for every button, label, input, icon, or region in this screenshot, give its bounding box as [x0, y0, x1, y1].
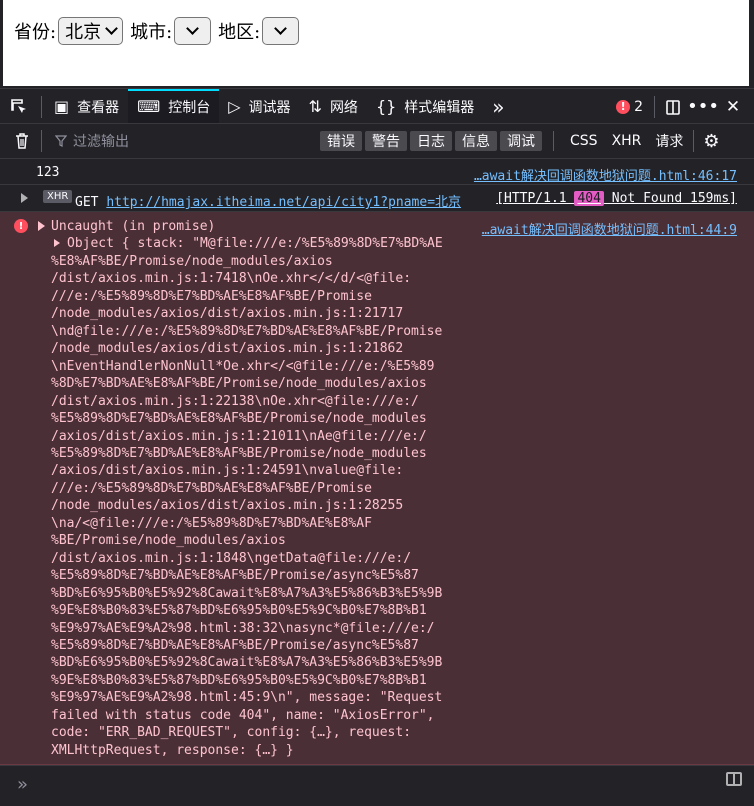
expand-triangle-icon[interactable] [21, 193, 28, 203]
style-editor-icon: {} [375, 97, 397, 116]
error-icon: ! [14, 219, 28, 233]
city-label: 城市: [130, 22, 173, 43]
filter-debug-button[interactable]: 调试 [500, 131, 542, 151]
more-tabs-button[interactable]: » [483, 89, 513, 124]
tab-network-label: 网络 [329, 99, 358, 116]
expand-object-triangle-icon[interactable] [54, 239, 60, 247]
toolbar-separator [41, 95, 42, 118]
toolbar-separator [654, 95, 655, 118]
clear-console-button[interactable] [6, 132, 38, 150]
close-devtools-button[interactable]: ✕ [718, 97, 748, 117]
filter-warnings-button[interactable]: 警告 [365, 131, 407, 151]
filter-info-button[interactable]: 信息 [455, 131, 497, 151]
close-icon: ✕ [725, 96, 741, 117]
tab-network[interactable]: ⇅ 网络 [300, 89, 367, 124]
console-input[interactable]: » [0, 765, 754, 806]
filter-icon [55, 135, 67, 147]
network-icon: ⇅ [308, 97, 322, 116]
error-icon: ! [616, 99, 631, 114]
trash-icon [16, 133, 28, 149]
request-method: GET [75, 195, 99, 210]
double-chevron-right-icon: » [492, 94, 505, 119]
element-picker-button[interactable] [0, 89, 38, 124]
chevron-down-icon [274, 22, 288, 35]
filter-errors-button[interactable]: 错误 [320, 131, 362, 151]
filter-separator [41, 130, 42, 152]
status-prefix: [HTTP/1.1 [496, 191, 575, 206]
filter-css-button[interactable]: CSS [563, 133, 605, 149]
xhr-tag: XHR [43, 190, 73, 203]
gear-icon: ⚙ [703, 130, 720, 152]
devtools-window: 省份: 北京 城市: 地区: ▣ 查看器 ⌨ 控制台 ▷ 调试器 ⇅ 网络 {}… [0, 0, 754, 806]
error-title: Uncaught (in promise) [51, 219, 216, 234]
error-message-row: ! Uncaught (in promise) …await解决回调函数地狱问题… [0, 212, 754, 765]
element-picker-icon [11, 98, 26, 113]
error-count: 2 [634, 98, 643, 115]
inspector-icon: ▣ [54, 97, 70, 116]
debugger-icon: ▷ [228, 97, 241, 116]
filter-separator [693, 130, 695, 152]
district-select[interactable] [262, 17, 300, 45]
error-object[interactable]: Object { stack: "M@file:///e:/%E5%89%8D%… [67, 236, 443, 251]
filter-xhr-button[interactable]: XHR [605, 133, 649, 149]
request-status[interactable]: [HTTP/1.1 404 Not Found 159ms] [496, 191, 737, 206]
filter-separator [553, 131, 554, 151]
expand-triangle-icon[interactable] [38, 221, 45, 231]
request-url-link[interactable]: http://hmajax.itheima.net/api/city1?pnam… [106, 195, 461, 210]
error-count-button[interactable]: ! 2 [608, 99, 651, 115]
province-value: 北京 [65, 22, 102, 43]
console-filter-bar: 过滤输出 错误 警告 日志 信息 调试 CSS XHR 请求 ⚙ [0, 123, 754, 159]
filter-requests-button[interactable]: 请求 [648, 131, 690, 151]
district-label: 地区: [218, 22, 261, 43]
console-icon: ⌨ [137, 97, 161, 116]
ellipsis-icon: ••• [687, 96, 719, 117]
tab-inspector[interactable]: ▣ 查看器 [45, 89, 128, 124]
more-options-button[interactable]: ••• [687, 96, 719, 117]
filter-logs-button[interactable]: 日志 [410, 131, 452, 151]
chevron-down-icon [105, 22, 118, 35]
tab-inspector-label: 查看器 [77, 99, 120, 116]
chevron-down-icon [186, 22, 200, 35]
devtools-toolbar: ▣ 查看器 ⌨ 控制台 ▷ 调试器 ⇅ 网络 {} 样式编辑器 » ! 2 ••… [0, 88, 754, 124]
dock-side-icon [666, 99, 680, 115]
status-code-badge: 404 [574, 191, 604, 206]
tab-style-editor[interactable]: {} 样式编辑器 [367, 89, 483, 124]
tab-debugger[interactable]: ▷ 调试器 [219, 89, 299, 124]
network-message-row[interactable]: XHR GET http://hmajax.itheima.net/api/ci… [0, 185, 754, 212]
log-source-link[interactable]: …await解决回调函数地狱问题.html:46:17 [474, 165, 737, 184]
city-select[interactable] [174, 17, 212, 45]
province-label: 省份: [14, 22, 57, 43]
dock-side-button[interactable] [658, 98, 688, 116]
province-select[interactable]: 北京 [58, 17, 124, 45]
tab-console[interactable]: ⌨ 控制台 [128, 89, 220, 124]
filter-placeholder: 过滤输出 [73, 134, 129, 150]
prompt-chevron-icon: » [17, 774, 29, 795]
status-suffix: Not Found 159ms] [603, 191, 737, 206]
log-message-text: 123 [36, 165, 60, 180]
filter-output-input[interactable]: 过滤输出 [55, 131, 320, 151]
region-form: 省份: 北京 城市: 地区: [14, 17, 306, 45]
page-content: 省份: 北京 城市: 地区: [3, 0, 749, 86]
network-request-text: GET http://hmajax.itheima.net/api/city1?… [75, 191, 461, 210]
tab-style-editor-label: 样式编辑器 [404, 99, 475, 116]
console-settings-button[interactable]: ⚙ [703, 131, 719, 152]
editor-mode-icon[interactable] [726, 772, 742, 786]
log-message-row: 123 …await解决回调函数地狱问题.html:46:17 [0, 159, 754, 185]
tab-console-label: 控制台 [168, 99, 211, 116]
error-source-link[interactable]: …await解决回调函数地狱问题.html:44:9 [482, 219, 737, 238]
tab-debugger-label: 调试器 [248, 99, 291, 116]
error-stack-text: %E8%AF%BE/Promise/node_modules/axios /di… [51, 254, 443, 758]
